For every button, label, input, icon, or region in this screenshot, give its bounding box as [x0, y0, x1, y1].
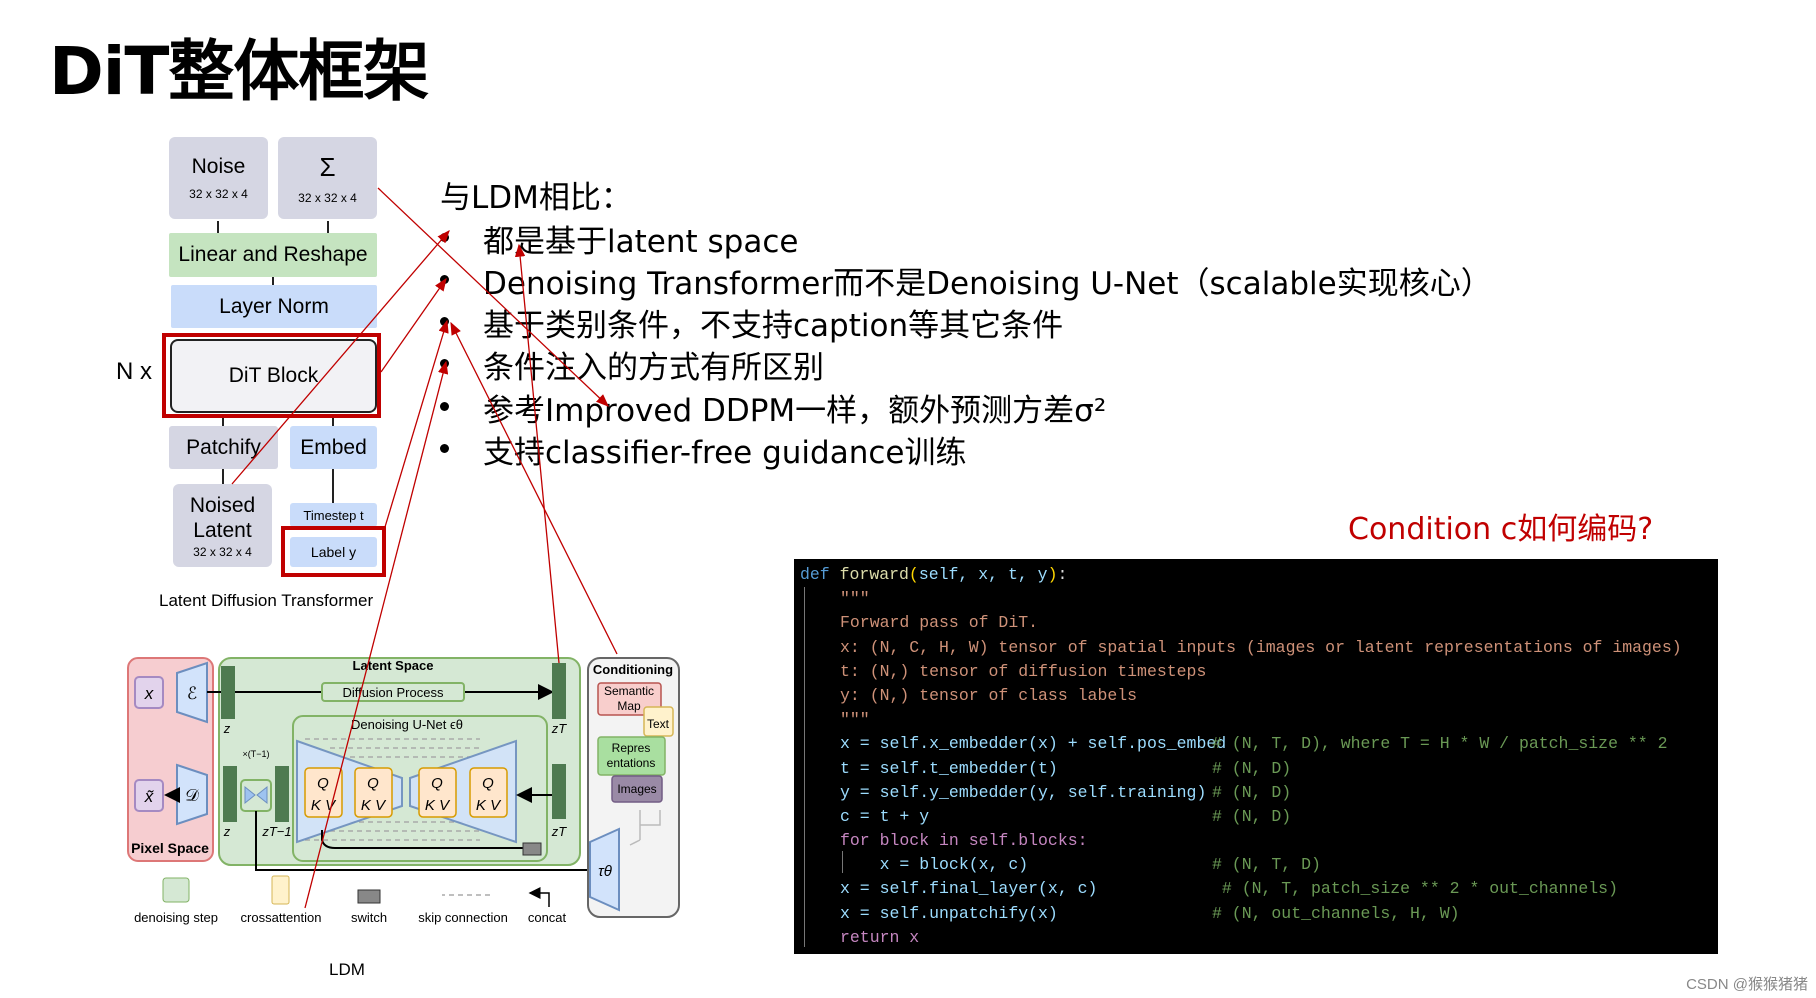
- svg-text:z: z: [223, 824, 231, 839]
- svg-text:switch: switch: [351, 910, 387, 925]
- svg-text:zT: zT: [551, 721, 568, 736]
- pixel-space-label: Pixel Space: [131, 840, 209, 856]
- legend-concat-icon: [528, 887, 550, 907]
- svg-text:denoising step: denoising step: [134, 910, 218, 925]
- svg-text:Map: Map: [617, 699, 641, 713]
- decoder-label: 𝒟: [185, 786, 199, 805]
- svg-text:z: z: [223, 721, 231, 736]
- legend-denoising-icon: [162, 877, 190, 903]
- unet-label: Denoising U-Net ϵθ: [351, 717, 463, 732]
- svg-text:Semantic: Semantic: [604, 684, 654, 698]
- svg-text:entations: entations: [607, 756, 656, 770]
- latent-space-label: Latent Space: [353, 658, 434, 673]
- encoder-label: ℰ: [187, 684, 197, 703]
- x-tilde-label: x̃: [144, 787, 155, 806]
- svg-text:zT−1: zT−1: [261, 824, 291, 839]
- svg-text:K V: K V: [361, 797, 387, 814]
- svg-text:Q: Q: [317, 775, 329, 792]
- conditioning-label: Conditioning: [593, 662, 673, 677]
- watermark: CSDN @猴猴猪猪: [1686, 976, 1808, 993]
- svg-text:τθ: τθ: [598, 863, 612, 880]
- legend-crossattention-icon: [271, 875, 290, 905]
- svg-text:K V: K V: [476, 797, 502, 814]
- diffusion-process-label: Diffusion Process: [343, 685, 444, 700]
- ldm-caption: LDM: [329, 960, 365, 979]
- svg-text:Q: Q: [431, 775, 443, 792]
- svg-text:crossattention: crossattention: [241, 910, 322, 925]
- svg-text:×(T−1): ×(T−1): [242, 749, 269, 759]
- svg-text:Q: Q: [367, 775, 379, 792]
- svg-text:Text: Text: [647, 717, 670, 731]
- svg-text:skip connection: skip connection: [418, 910, 508, 925]
- svg-text:Repres: Repres: [612, 741, 651, 755]
- legend-switch-icon: [357, 889, 381, 904]
- x-label: x: [144, 684, 154, 703]
- svg-text:concat: concat: [528, 910, 567, 925]
- svg-text:zT: zT: [551, 824, 568, 839]
- svg-text:Images: Images: [617, 782, 656, 796]
- svg-text:K V: K V: [425, 797, 451, 814]
- ldm-diagram: x ℰ x̃ 𝒟 Pixel Space Latent Space z Diff…: [127, 187, 680, 979]
- svg-text:Q: Q: [482, 775, 494, 792]
